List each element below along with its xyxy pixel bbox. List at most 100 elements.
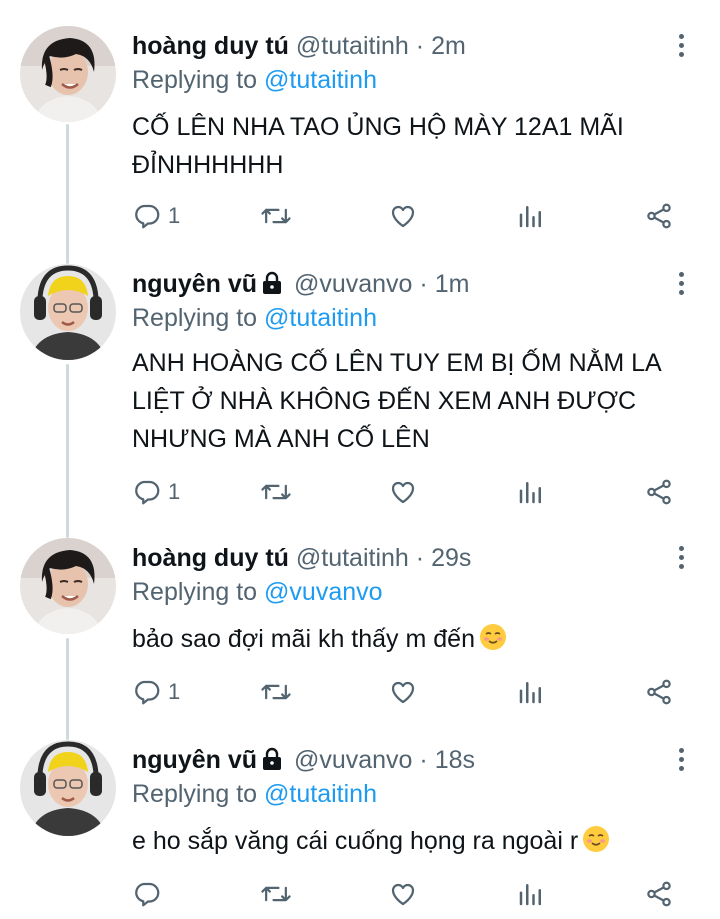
timestamp[interactable]: 2m bbox=[431, 32, 466, 60]
heart-icon bbox=[391, 681, 415, 704]
tweet-text: bảo sao đợi mãi kh thấy m đến bbox=[132, 625, 475, 653]
tweet-header: hoàng duy tú @tutaitinh · 2m bbox=[132, 30, 660, 62]
mention-link[interactable]: @vuvanvo bbox=[264, 578, 383, 606]
retweet-button[interactable] bbox=[260, 476, 292, 508]
share-button[interactable] bbox=[644, 476, 674, 508]
mention-link[interactable]: @tutaitinh bbox=[264, 780, 377, 808]
views-icon bbox=[519, 482, 541, 504]
reply-button[interactable]: 1 bbox=[132, 676, 180, 708]
mention-link[interactable]: @tutaitinh bbox=[264, 66, 377, 94]
views-button[interactable] bbox=[516, 476, 546, 508]
more-vertical-icon[interactable] bbox=[676, 34, 686, 62]
display-name[interactable]: hoàng duy tú bbox=[132, 32, 289, 60]
reply-button[interactable]: 1 bbox=[132, 200, 180, 232]
avatar-vu-image bbox=[20, 740, 116, 836]
like-button[interactable] bbox=[388, 476, 418, 508]
retweet-icon bbox=[261, 208, 291, 224]
tweet[interactable]: hoàng duy tú @tutaitinh · 2m Replying to… bbox=[0, 0, 720, 264]
heart-icon bbox=[391, 883, 415, 906]
avatar[interactable] bbox=[20, 264, 116, 360]
retweet-button[interactable] bbox=[260, 200, 292, 232]
smiling-face-emoji-icon bbox=[479, 624, 506, 650]
reply-icon bbox=[135, 204, 160, 229]
more-vertical-icon[interactable] bbox=[676, 748, 686, 776]
action-bar: 1 bbox=[132, 676, 692, 708]
smiling-face-emoji-icon bbox=[583, 826, 610, 852]
tweet-header: nguyên vũ @vuvanvo · 1m bbox=[132, 268, 660, 300]
share-icon bbox=[647, 881, 671, 907]
action-bar: 1 bbox=[132, 476, 692, 508]
avatar[interactable] bbox=[20, 538, 116, 634]
like-button[interactable] bbox=[388, 878, 418, 910]
retweet-icon bbox=[261, 484, 291, 500]
action-bar bbox=[132, 878, 692, 910]
views-button[interactable] bbox=[516, 878, 546, 910]
reply-button[interactable]: 1 bbox=[132, 476, 180, 508]
avatar[interactable] bbox=[20, 26, 116, 122]
retweet-icon bbox=[261, 684, 291, 700]
reply-button[interactable] bbox=[132, 878, 168, 910]
heart-icon bbox=[391, 481, 415, 504]
heart-icon bbox=[391, 205, 415, 228]
separator-dot: · bbox=[415, 544, 425, 572]
like-button[interactable] bbox=[388, 200, 418, 232]
user-handle[interactable]: @tutaitinh bbox=[296, 32, 409, 60]
views-icon bbox=[519, 884, 541, 906]
timestamp[interactable]: 18s bbox=[435, 746, 475, 774]
display-name[interactable]: nguyên vũ bbox=[132, 270, 257, 298]
avatar-tu-image bbox=[20, 26, 116, 122]
display-name[interactable]: hoàng duy tú bbox=[132, 544, 289, 572]
tweet[interactable]: nguyên vũ @vuvanvo · 18s Replying to @tu… bbox=[0, 740, 720, 919]
mention-link[interactable]: @tutaitinh bbox=[264, 304, 377, 332]
replying-to-label: Replying to bbox=[132, 578, 258, 606]
tweet-body: e ho sắp văng cái cuống họng ra ngoài r bbox=[132, 822, 690, 860]
views-button[interactable] bbox=[516, 200, 546, 232]
reply-count: 1 bbox=[168, 679, 181, 704]
avatar-tu-image bbox=[20, 538, 116, 634]
reply-count: 1 bbox=[168, 203, 181, 228]
views-icon bbox=[519, 206, 541, 228]
reply-icon bbox=[135, 480, 160, 505]
replying-to-label: Replying to bbox=[132, 304, 258, 332]
replying-to-label: Replying to bbox=[132, 780, 258, 808]
separator-dot: · bbox=[419, 270, 428, 298]
tweet-text: e ho sắp văng cái cuống họng ra ngoài r bbox=[132, 827, 579, 855]
reply-icon bbox=[135, 680, 160, 705]
retweet-button[interactable] bbox=[260, 676, 292, 708]
user-handle[interactable]: @vuvanvo bbox=[294, 270, 413, 298]
user-handle[interactable]: @vuvanvo bbox=[294, 746, 413, 774]
tweet-body: bảo sao đợi mãi kh thấy m đến bbox=[132, 620, 690, 658]
retweet-icon bbox=[261, 886, 291, 902]
separator-dot: · bbox=[415, 32, 425, 60]
more-vertical-icon[interactable] bbox=[676, 546, 686, 574]
lock-icon bbox=[263, 271, 282, 294]
replying-to: Replying to @tutaitinh bbox=[132, 64, 377, 96]
share-button[interactable] bbox=[644, 676, 674, 708]
timestamp[interactable]: 29s bbox=[431, 544, 471, 572]
more-vertical-icon[interactable] bbox=[676, 272, 686, 300]
lock-icon bbox=[263, 747, 282, 770]
share-button[interactable] bbox=[644, 878, 674, 910]
user-handle[interactable]: @tutaitinh bbox=[296, 544, 409, 572]
tweet-header: nguyên vũ @vuvanvo · 18s bbox=[132, 744, 660, 776]
share-icon bbox=[647, 479, 671, 505]
views-button[interactable] bbox=[516, 676, 546, 708]
retweet-button[interactable] bbox=[260, 878, 292, 910]
replying-to: Replying to @vuvanvo bbox=[132, 576, 383, 608]
display-name[interactable]: nguyên vũ bbox=[132, 746, 257, 774]
share-button[interactable] bbox=[644, 200, 674, 232]
share-icon bbox=[647, 679, 671, 705]
reply-count: 1 bbox=[168, 479, 181, 504]
avatar[interactable] bbox=[20, 740, 116, 836]
replying-to: Replying to @tutaitinh bbox=[132, 778, 377, 810]
replying-to: Replying to @tutaitinh bbox=[132, 302, 377, 334]
tweet-text: CỐ LÊN NHA TAO ỦNG HỘ MÀY 12A1 MÃI ĐỈNHH… bbox=[132, 113, 624, 179]
like-button[interactable] bbox=[388, 676, 418, 708]
tweet-header: hoàng duy tú @tutaitinh · 29s bbox=[132, 542, 660, 574]
tweet[interactable]: hoàng duy tú @tutaitinh · 29s Replying t… bbox=[0, 538, 720, 740]
share-icon bbox=[647, 203, 671, 229]
views-icon bbox=[519, 682, 541, 704]
tweet[interactable]: nguyên vũ @vuvanvo · 1m Replying to @tut… bbox=[0, 264, 720, 538]
timestamp[interactable]: 1m bbox=[435, 270, 470, 298]
replying-to-label: Replying to bbox=[132, 66, 258, 94]
